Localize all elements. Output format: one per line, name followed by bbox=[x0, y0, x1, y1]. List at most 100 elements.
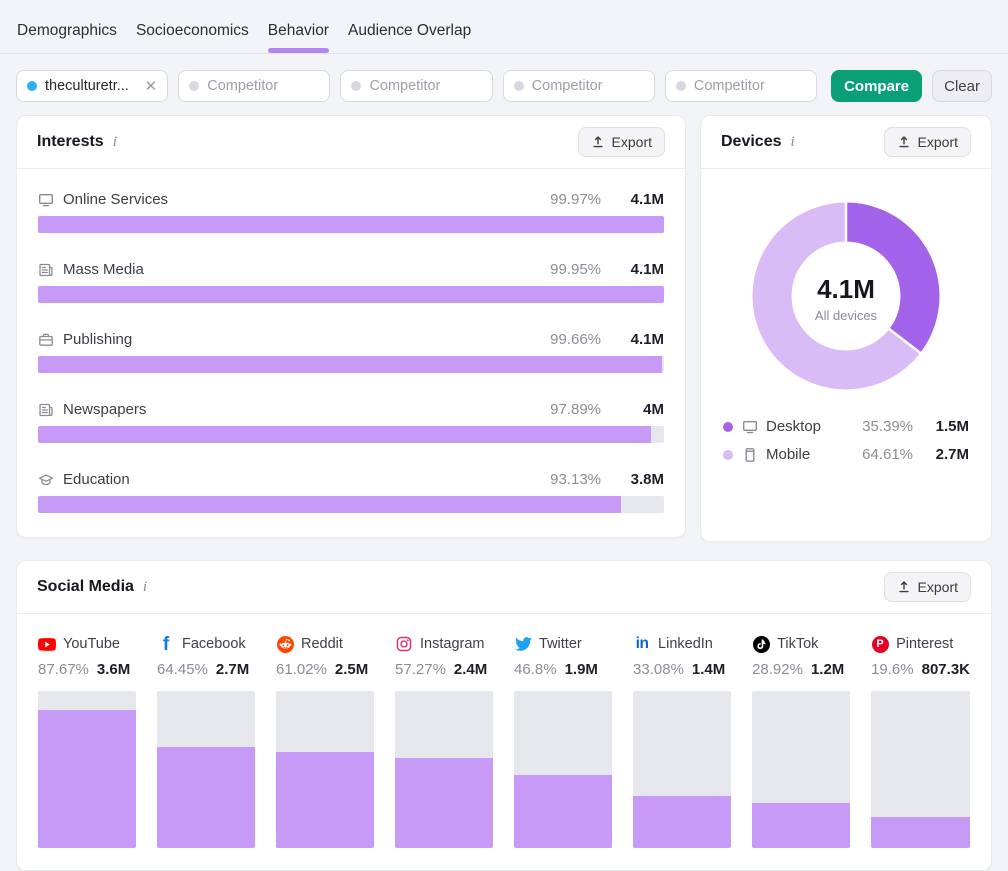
interest-percent: 93.13% bbox=[550, 471, 601, 488]
competitor-field-4[interactable] bbox=[694, 78, 806, 94]
pinterest-icon: P bbox=[871, 636, 889, 653]
competitor-dot-icon bbox=[351, 81, 361, 91]
competitor-field-3[interactable] bbox=[532, 78, 644, 94]
competitor-input-4[interactable] bbox=[665, 70, 817, 102]
interest-value: 4.1M bbox=[620, 331, 664, 348]
social-bar-fill bbox=[276, 752, 374, 848]
interest-bar-track bbox=[38, 216, 664, 233]
export-icon bbox=[897, 580, 911, 594]
interest-value: 4M bbox=[620, 401, 664, 418]
interest-label: Online Services bbox=[63, 191, 168, 208]
social-media-card: Social Media Export YouTube 87.67% 3.6M bbox=[16, 560, 992, 871]
social-platform-name: Instagram bbox=[420, 636, 484, 652]
competitor-field-2[interactable] bbox=[369, 78, 481, 94]
devices-card: Devices Export 4.1M All devices bbox=[700, 115, 992, 542]
legend-label: Mobile bbox=[766, 446, 810, 463]
social-bar-fill bbox=[514, 775, 612, 848]
tab-demographics[interactable]: Demographics bbox=[17, 22, 117, 53]
competitor-input-3[interactable] bbox=[503, 70, 655, 102]
export-label: Export bbox=[918, 579, 958, 595]
interest-bar-track bbox=[38, 286, 664, 303]
selected-domain-chip[interactable]: theculturetr... ✕ bbox=[16, 70, 168, 102]
info-icon[interactable] bbox=[143, 579, 147, 596]
desktop-icon bbox=[742, 419, 758, 435]
interest-percent: 97.89% bbox=[550, 401, 601, 418]
info-icon[interactable] bbox=[791, 134, 795, 151]
interest-bar-fill bbox=[38, 426, 651, 443]
social-percent: 64.45% bbox=[157, 661, 208, 678]
social-bar-track bbox=[276, 691, 374, 848]
social-value: 2.4M bbox=[454, 661, 487, 678]
social-value: 2.7M bbox=[216, 661, 249, 678]
competitor-input-2[interactable] bbox=[340, 70, 492, 102]
devices-donut-chart: 4.1M All devices bbox=[751, 201, 941, 396]
social-percent: 46.8% bbox=[514, 661, 557, 678]
info-icon[interactable] bbox=[113, 134, 117, 151]
social-platform-name: LinkedIn bbox=[658, 636, 713, 652]
social-column-pinterest: P Pinterest 19.6% 807.3K bbox=[871, 634, 970, 848]
news-icon bbox=[38, 262, 54, 278]
close-icon[interactable]: ✕ bbox=[145, 79, 158, 94]
mobile-icon bbox=[742, 447, 758, 463]
tab-behavior[interactable]: Behavior bbox=[268, 22, 329, 53]
interest-row: Newspapers 97.89% 4M bbox=[38, 401, 664, 443]
youtube-icon bbox=[38, 638, 56, 651]
social-bar-fill bbox=[752, 803, 850, 848]
clear-button[interactable]: Clear bbox=[932, 70, 992, 102]
social-bar-fill bbox=[871, 817, 970, 848]
social-platform-name: TikTok bbox=[777, 636, 818, 652]
devices-export-button[interactable]: Export bbox=[884, 127, 971, 157]
legend-value: 1.5M bbox=[923, 418, 969, 435]
social-bar-fill bbox=[157, 747, 255, 848]
tiktok-icon bbox=[752, 636, 770, 653]
interest-percent: 99.66% bbox=[550, 331, 601, 348]
export-label: Export bbox=[612, 134, 652, 150]
export-label: Export bbox=[918, 134, 958, 150]
tab-audience-overlap[interactable]: Audience Overlap bbox=[348, 22, 471, 53]
export-icon bbox=[591, 135, 605, 149]
graduation-cap-icon bbox=[38, 472, 54, 488]
facebook-icon: f bbox=[157, 635, 175, 654]
social-value: 1.2M bbox=[811, 661, 844, 678]
social-bar-track bbox=[514, 691, 612, 848]
mobile-legend-dot bbox=[723, 450, 733, 460]
interest-bar-fill bbox=[38, 356, 662, 373]
interest-label: Education bbox=[63, 471, 130, 488]
legend-percent: 64.61% bbox=[862, 446, 913, 463]
social-value: 1.4M bbox=[692, 661, 725, 678]
competitor-dot-icon bbox=[189, 81, 199, 91]
social-platform-name: Reddit bbox=[301, 636, 343, 652]
social-header: Social Media Export bbox=[17, 561, 991, 614]
comparison-filter-row: theculturetr... ✕ Compare Clear bbox=[0, 54, 1008, 102]
competitor-input-1[interactable] bbox=[178, 70, 330, 102]
social-column-tiktok: TikTok 28.92% 1.2M bbox=[752, 634, 850, 848]
devices-total-value: 4.1M bbox=[817, 274, 875, 305]
legend-row-mobile: Mobile 64.61% 2.7M bbox=[723, 446, 969, 463]
social-percent: 61.02% bbox=[276, 661, 327, 678]
social-bar-track bbox=[157, 691, 255, 848]
social-platform-name: Pinterest bbox=[896, 636, 953, 652]
social-column-twitter: Twitter 46.8% 1.9M bbox=[514, 634, 612, 848]
interest-value: 3.8M bbox=[620, 471, 664, 488]
interests-export-button[interactable]: Export bbox=[578, 127, 665, 157]
interest-label: Newspapers bbox=[63, 401, 146, 418]
devices-title: Devices bbox=[721, 133, 782, 151]
social-percent: 57.27% bbox=[395, 661, 446, 678]
social-bar-fill bbox=[38, 710, 136, 848]
interest-value: 4.1M bbox=[620, 191, 664, 208]
interest-row: Mass Media 99.95% 4.1M bbox=[38, 261, 664, 303]
competitor-field-1[interactable] bbox=[207, 78, 319, 94]
twitter-icon bbox=[514, 637, 532, 651]
devices-legend: Desktop 35.39% 1.5M Mobile 64.61% 2.7M bbox=[721, 418, 971, 463]
compare-button[interactable]: Compare bbox=[831, 70, 922, 102]
social-bar-track bbox=[395, 691, 493, 848]
tab-socioeconomics[interactable]: Socioeconomics bbox=[136, 22, 249, 53]
social-bar-fill bbox=[633, 796, 731, 848]
social-column-instagram: Instagram 57.27% 2.4M bbox=[395, 634, 493, 848]
selected-domain-label: theculturetr... bbox=[45, 78, 129, 94]
social-percent: 33.08% bbox=[633, 661, 684, 678]
social-export-button[interactable]: Export bbox=[884, 572, 971, 602]
devices-header: Devices Export bbox=[701, 116, 991, 169]
interest-percent: 99.95% bbox=[550, 261, 601, 278]
instagram-icon bbox=[395, 636, 413, 652]
